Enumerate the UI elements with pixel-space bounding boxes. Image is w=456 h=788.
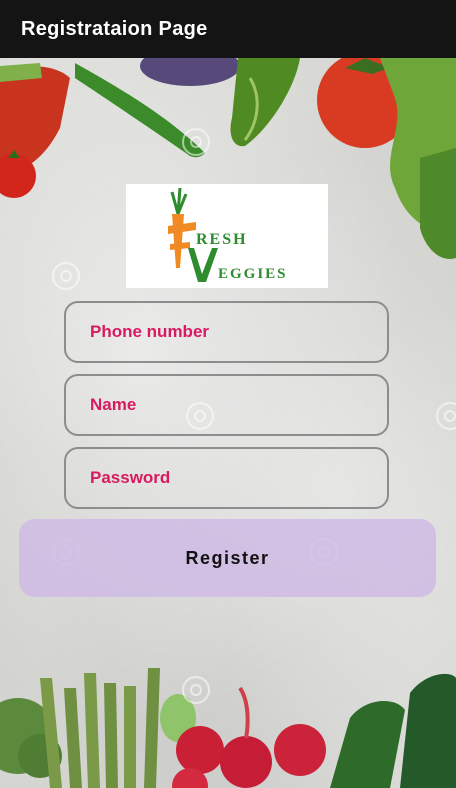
watermark-icon: [436, 402, 456, 430]
register-button[interactable]: Register: [19, 519, 436, 597]
name-placeholder: Name: [90, 395, 137, 414]
watermark-icon: [182, 128, 210, 156]
password-placeholder: Password: [90, 468, 171, 487]
page-title: Registrataion Page: [21, 17, 208, 40]
vegetables-bottom-decoration: [0, 668, 456, 788]
app-bar: Registrataion Page: [0, 0, 456, 58]
register-button-label: Register: [185, 547, 270, 568]
password-field[interactable]: Password: [64, 447, 389, 509]
watermark-icon: [182, 676, 210, 704]
svg-text:RESH: RESH: [196, 231, 248, 248]
watermark-icon: [52, 262, 80, 290]
name-field[interactable]: Name: [64, 374, 389, 436]
svg-text:EGGIES: EGGIES: [218, 266, 288, 282]
fresh-veggies-logo: RESH EGGIES: [126, 184, 328, 288]
phone-number-placeholder: Phone number: [90, 322, 210, 341]
phone-number-field[interactable]: Phone number: [64, 301, 389, 363]
